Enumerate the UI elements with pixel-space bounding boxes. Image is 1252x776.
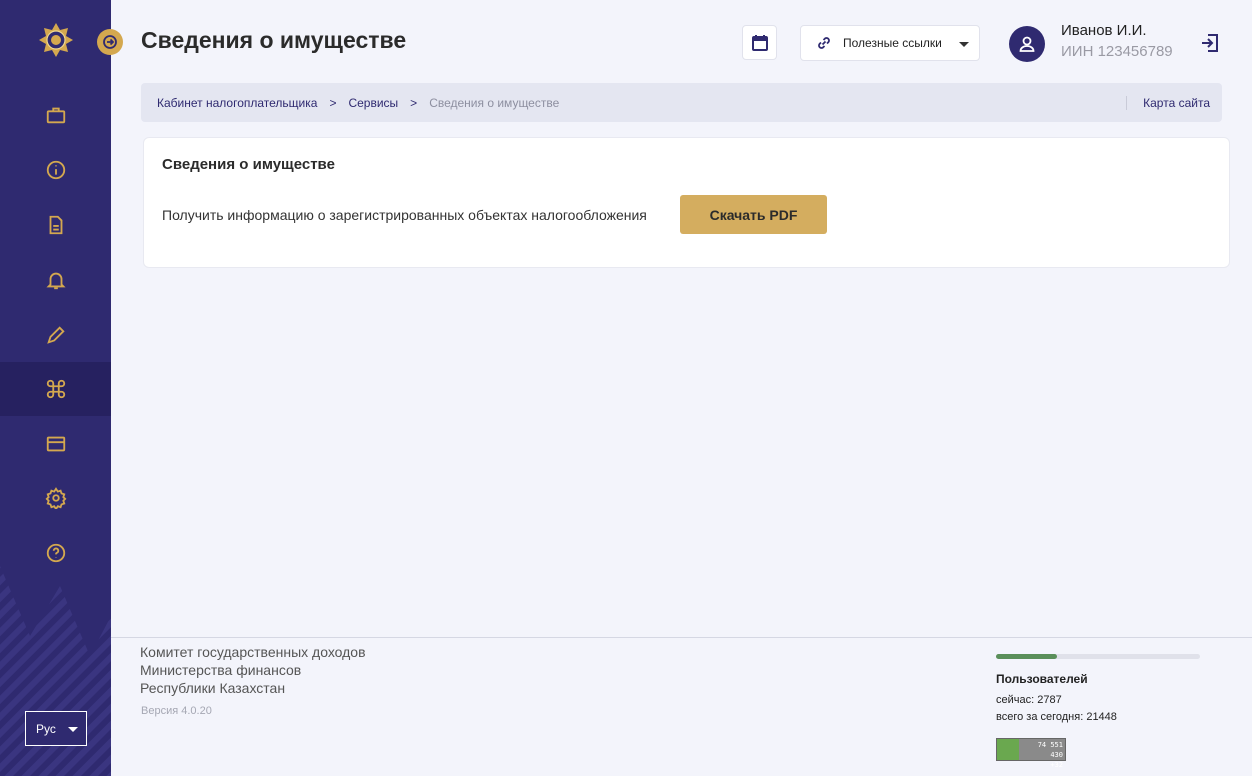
sidebar-item-edit[interactable] [0,308,111,362]
credit-card-icon [46,436,65,452]
calendar-button[interactable] [742,25,777,60]
property-info-card: Сведения о имуществе Получить информацию… [143,137,1230,268]
footer-org-line: Министерства финансов [140,662,302,678]
users-today: всего за сегодня: 21448 [996,711,1117,723]
sidebar-item-help[interactable] [0,526,111,580]
sidebar-item-cabinet[interactable] [0,88,111,142]
gear-icon [45,487,66,509]
version-label: Версия 4.0.20 [141,705,212,717]
breadcrumb-link-services[interactable]: Сервисы [348,96,398,110]
users-now: сейчас: 2787 [996,694,1062,706]
breadcrumb-separator: > [410,96,418,110]
footer-org-line: Республики Казахстан [140,680,286,696]
footer-divider [111,637,1252,638]
info-icon [46,160,65,180]
emblem-logo [39,23,73,57]
counter-line: 74 551 430 [1037,741,1063,759]
sidebar-item-info[interactable] [0,143,111,197]
sidebar-item-settings[interactable] [0,471,111,525]
useful-links-label: Полезные ссылки [843,36,942,50]
language-value: Рус [36,721,56,736]
arrow-right-circle-icon [103,35,117,49]
users-online-progress [996,654,1200,659]
sidebar-item-notifications[interactable] [0,253,111,307]
liveinternet-counter-badge[interactable]: 74 551 430 +32 [996,738,1066,769]
breadcrumb-bar: Кабинет налогоплательщика > Сервисы > Св… [141,83,1222,122]
sidebar: Рус [0,0,111,776]
counter-values: 74 551 430 +32 [1019,739,1065,769]
breadcrumb: Кабинет налогоплательщика > Сервисы > Св… [157,96,559,110]
download-pdf-button[interactable]: Скачать PDF [680,195,827,234]
user-iin: ИИН 123456789 [1061,43,1173,60]
sidebar-item-payments[interactable] [0,417,111,471]
link-icon [818,37,830,49]
users-title: Пользователей [996,672,1088,686]
page-title: Сведения о имуществе [141,27,407,53]
users-online-progress-fill [996,654,1058,659]
command-icon [46,379,65,399]
sitemap-link[interactable]: Карта сайта [1126,96,1210,110]
user-icon [1019,36,1035,52]
bell-icon [45,272,66,290]
sidebar-item-services[interactable] [0,362,111,416]
logout-button[interactable] [1198,31,1222,55]
useful-links-dropdown[interactable]: Полезные ссылки [800,25,980,61]
card-title: Сведения о имуществе [162,156,335,173]
counter-line: +32 [1050,761,1063,769]
sidebar-toggle-button[interactable] [97,29,123,55]
caret-down-icon [959,42,969,47]
counter-graph-icon [997,739,1019,760]
card-description: Получить информацию о зарегистрированных… [162,207,647,223]
sidebar-item-documents[interactable] [0,198,111,252]
pencil-icon [46,326,65,344]
language-select[interactable]: Рус [25,711,87,746]
avatar[interactable] [1009,26,1045,62]
breadcrumb-separator: > [329,96,337,110]
caret-down-icon [68,727,78,732]
calendar-icon [751,34,768,51]
breadcrumb-link-cabinet[interactable]: Кабинет налогоплательщика [157,96,317,110]
logout-icon [1202,34,1218,52]
user-name: Иванов И.И. [1061,22,1147,39]
help-icon [46,543,65,563]
document-icon [49,215,62,235]
footer-org-line: Комитет государственных доходов [140,644,366,660]
breadcrumb-current: Сведения о имуществе [429,96,560,110]
briefcase-icon [46,107,65,124]
